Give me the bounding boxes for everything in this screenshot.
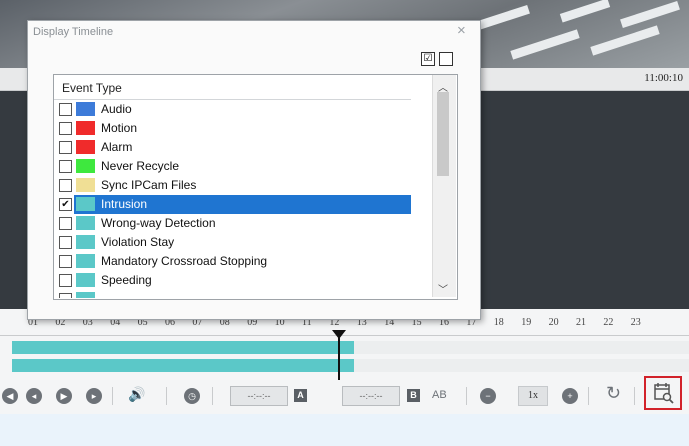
item-label: Speeding [101,273,152,287]
select-all-icon[interactable]: ☑ [421,52,435,66]
b-tag-button[interactable]: B [407,389,420,402]
color-swatch [76,197,95,211]
color-swatch [76,159,95,173]
list-item[interactable]: Never Recycle [54,157,432,176]
dialog-title: Display Timeline [33,26,114,38]
close-icon[interactable]: × [457,22,466,39]
color-swatch [76,140,95,154]
item-checkbox[interactable] [59,255,72,268]
item-label: Audio [101,102,132,116]
item-label: Never Recycle [101,159,180,173]
item-checkbox[interactable] [59,179,72,192]
status-strip [0,414,689,446]
time-field-a[interactable]: --:--:-- [230,386,288,406]
item-label: Sync IPCam Files [101,178,197,192]
list-item[interactable]: Motion [54,119,432,138]
color-swatch [76,121,95,135]
playhead-icon[interactable] [332,330,346,339]
time-field-b[interactable]: --:--:-- [342,386,400,406]
step-back-icon[interactable]: ◂ [26,388,42,404]
list-header-label: Event Type [62,81,122,95]
divider [166,387,167,405]
hour-label: 21 [576,317,586,328]
list-item[interactable]: Speeding [54,271,432,290]
sync-icon[interactable]: ↻ [606,383,621,404]
prev-button-icon[interactable]: ◀ [2,388,18,404]
item-checkbox[interactable]: ✔ [59,198,72,211]
item-checkbox[interactable] [59,141,72,154]
list-item[interactable]: ✔ Intrusion [54,195,432,214]
play-icon[interactable]: ▶ [56,388,72,404]
deselect-all-icon[interactable] [439,52,453,66]
clock-icon[interactable]: ◷ [184,388,200,404]
divider [112,387,113,405]
item-checkbox[interactable] [59,236,72,249]
hour-label: 22 [603,317,614,328]
item-label: Motion [101,121,138,135]
timeline-track-event[interactable] [12,359,354,372]
list-item[interactable]: Sync IPCam Files [54,176,432,195]
item-label: Wrong-way Detection [101,216,216,230]
item-checkbox[interactable] [59,160,72,173]
faster-icon[interactable]: + [562,388,578,404]
divider [466,387,467,405]
hour-label: 18 [493,317,504,328]
color-swatch [76,273,95,287]
list-item[interactable]: Mandatory Crossroad Stopping [54,252,432,271]
item-checkbox[interactable] [59,103,72,116]
list-item[interactable]: Violation Stay [54,233,432,252]
slower-icon[interactable]: − [480,388,496,404]
display-timeline-button[interactable] [644,376,682,410]
a-tag-button[interactable]: A [294,389,307,402]
color-swatch [76,216,95,230]
item-label: Violation Stay [101,235,175,249]
scroll-up-icon[interactable]: ︿ [438,79,448,94]
hour-label: 23 [630,317,641,328]
item-checkbox[interactable] [59,217,72,230]
divider [634,387,635,405]
video-timestamp: 11:00:10 [644,72,683,84]
hour-label: 20 [548,317,559,328]
list-item[interactable]: Audio [54,100,432,119]
item-label: Mandatory Crossroad Stopping [101,254,268,268]
divider [212,387,213,405]
calendar-search-icon [654,383,674,404]
timeline-track-recording[interactable] [12,341,354,354]
color-swatch [76,102,95,116]
item-checkbox[interactable] [59,122,72,135]
item-label: Intrusion [101,197,148,211]
volume-icon[interactable]: 🔊 [128,386,145,403]
item-checkbox[interactable] [59,274,72,287]
color-swatch [76,254,95,268]
scrollbar-thumb[interactable] [437,92,449,176]
next-icon[interactable]: ▸ [86,388,102,404]
color-swatch [76,235,95,249]
playback-speed[interactable]: 1x [518,386,548,406]
divider [588,387,589,405]
scroll-down-icon[interactable]: ﹀ [438,281,448,296]
hour-label: 19 [521,317,532,328]
list-item-partial [54,290,432,298]
color-swatch [76,178,95,192]
list-item[interactable]: Wrong-way Detection [54,214,432,233]
item-label: Alarm [101,140,133,154]
ab-repeat-button[interactable]: AB [432,389,447,401]
list-item[interactable]: Alarm [54,138,432,157]
